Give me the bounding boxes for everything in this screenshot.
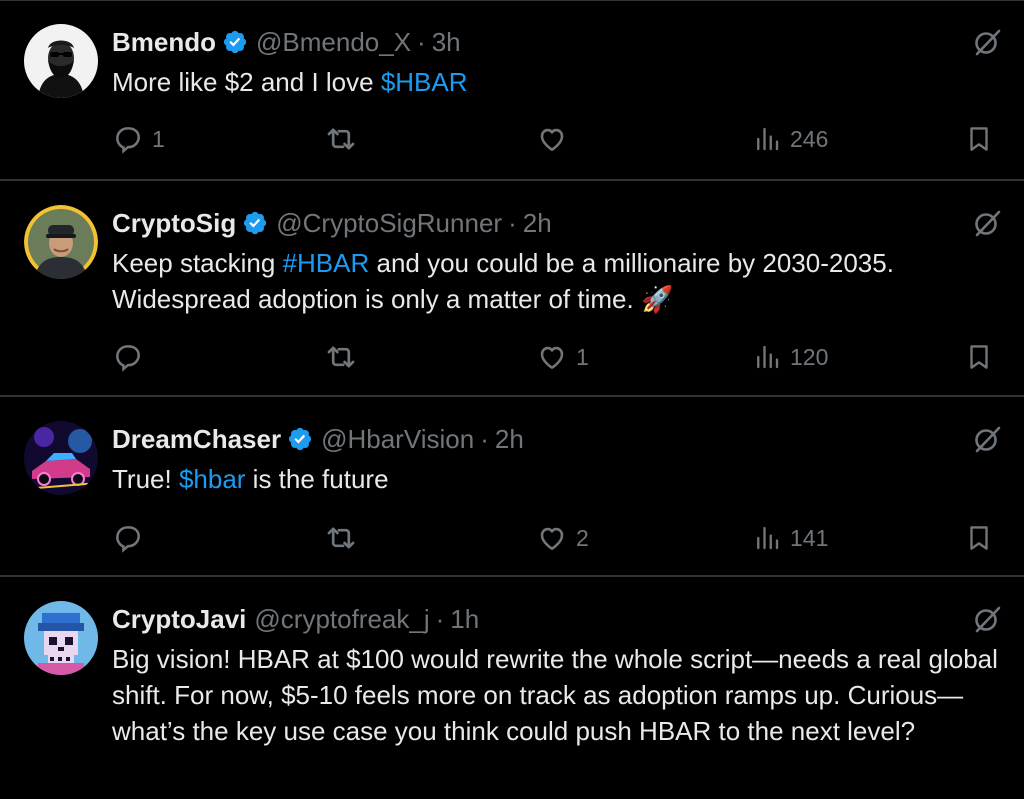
view-count: 120 bbox=[790, 343, 829, 370]
bookmark-icon bbox=[970, 526, 988, 550]
timestamp[interactable]: 2h bbox=[495, 421, 524, 457]
action-bar: 1 246 bbox=[112, 119, 1024, 159]
repost-icon bbox=[327, 128, 355, 150]
verified-badge-icon bbox=[288, 427, 312, 451]
views-icon bbox=[757, 526, 779, 550]
reply-button[interactable]: 1 bbox=[112, 119, 165, 159]
display-name[interactable]: DreamChaser bbox=[112, 421, 281, 457]
tweet[interactable]: Bmendo @Bmendo_X · 3h More like $2 and I… bbox=[0, 0, 1024, 181]
verified-badge-icon bbox=[223, 30, 247, 54]
tweet-header: Bmendo @Bmendo_X · 3h bbox=[112, 24, 461, 60]
handle[interactable]: @HbarVision bbox=[321, 421, 474, 457]
action-bar: 1 120 bbox=[112, 337, 1024, 377]
grok-icon[interactable] bbox=[972, 604, 1002, 634]
views-button[interactable]: 141 bbox=[752, 518, 828, 558]
reply-count: 1 bbox=[152, 125, 165, 152]
display-name[interactable]: CryptoJavi bbox=[112, 601, 246, 637]
heart-icon bbox=[540, 128, 564, 151]
view-count: 246 bbox=[790, 125, 829, 152]
like-count: 2 bbox=[576, 524, 589, 551]
grok-icon[interactable] bbox=[972, 27, 1002, 57]
separator: · bbox=[480, 424, 489, 454]
reply-icon bbox=[116, 127, 140, 154]
timestamp[interactable]: 1h bbox=[450, 601, 479, 637]
bookmark-button[interactable] bbox=[964, 518, 994, 558]
tweet-header: DreamChaser @HbarVision · 2h bbox=[112, 421, 524, 457]
bookmark-button[interactable] bbox=[964, 119, 994, 159]
action-bar: 2 141 bbox=[112, 518, 1024, 558]
tweet-text: Big vision! HBAR at $100 would rewrite t… bbox=[112, 641, 1017, 749]
handle[interactable]: @Bmendo_X bbox=[256, 24, 411, 60]
bookmark-icon bbox=[970, 345, 988, 369]
repost-icon bbox=[327, 346, 355, 368]
tweet-text: Keep stacking #HBAR and you could be a m… bbox=[112, 245, 1017, 317]
text-segment: is the future bbox=[245, 464, 389, 494]
views-icon bbox=[757, 127, 779, 151]
text-segment: More like $2 and I love bbox=[112, 67, 381, 97]
like-button[interactable]: 1 bbox=[536, 337, 589, 377]
tweet-text: More like $2 and I love $HBAR bbox=[112, 64, 1017, 100]
repost-button[interactable] bbox=[324, 518, 366, 558]
repost-icon bbox=[327, 527, 355, 549]
neon-car-avatar[interactable] bbox=[24, 421, 98, 495]
bookmark-button[interactable] bbox=[964, 337, 994, 377]
verified-badge-icon bbox=[244, 211, 267, 235]
tweet-text: True! $hbar is the future bbox=[112, 461, 1017, 497]
tweet-header: CryptoSig @CryptoSigRunner · 2h bbox=[112, 205, 552, 241]
heart-icon bbox=[540, 527, 564, 550]
reply-icon bbox=[116, 526, 140, 553]
cashtag-link[interactable]: $hbar bbox=[179, 464, 246, 494]
reply-icon bbox=[116, 345, 140, 372]
separator: · bbox=[508, 208, 517, 238]
bookmark-icon bbox=[970, 127, 988, 151]
grok-icon[interactable] bbox=[972, 424, 1002, 454]
like-button[interactable]: 2 bbox=[536, 518, 589, 558]
man-in-cap-avatar[interactable] bbox=[24, 205, 98, 279]
reply-feed: Bmendo @Bmendo_X · 3h More like $2 and I… bbox=[0, 0, 1024, 799]
text-segment: True! bbox=[112, 464, 179, 494]
grok-icon[interactable] bbox=[972, 208, 1002, 238]
timestamp[interactable]: 3h bbox=[432, 24, 461, 60]
like-button[interactable] bbox=[536, 119, 576, 159]
cashtag-link[interactable]: $HBAR bbox=[381, 67, 468, 97]
views-button[interactable]: 120 bbox=[752, 337, 828, 377]
views-button[interactable]: 246 bbox=[752, 119, 828, 159]
handle[interactable]: @cryptofreak_j bbox=[254, 601, 429, 637]
timestamp[interactable]: 2h bbox=[523, 205, 552, 241]
heart-icon bbox=[540, 346, 564, 369]
text-segment: Big vision! HBAR at $100 would rewrite t… bbox=[112, 644, 998, 746]
tweet-header: CryptoJavi @cryptofreak_j · 1h bbox=[112, 601, 479, 637]
display-name[interactable]: Bmendo bbox=[112, 24, 216, 60]
separator: · bbox=[435, 604, 445, 634]
like-count: 1 bbox=[576, 343, 589, 370]
reply-button[interactable] bbox=[112, 518, 152, 558]
tweet[interactable]: DreamChaser @HbarVision · 2h True! $hbar… bbox=[0, 397, 1024, 577]
repost-button[interactable] bbox=[324, 119, 366, 159]
tweet[interactable]: CryptoJavi @cryptofreak_j · 1h Big visio… bbox=[0, 577, 1024, 799]
text-segment: Keep stacking bbox=[112, 248, 283, 278]
separator: · bbox=[417, 27, 426, 57]
handle[interactable]: @CryptoSigRunner bbox=[276, 205, 502, 241]
views-icon bbox=[757, 345, 779, 369]
reply-button[interactable] bbox=[112, 337, 152, 377]
bearded-man-avatar[interactable] bbox=[24, 24, 98, 98]
hashtag-link[interactable]: #HBAR bbox=[283, 248, 370, 278]
rocket-emoji: 🚀 bbox=[640, 284, 674, 314]
tweet[interactable]: CryptoSig @CryptoSigRunner · 2h Keep sta… bbox=[0, 181, 1024, 397]
pixel-skull-avatar[interactable] bbox=[24, 601, 98, 675]
view-count: 141 bbox=[790, 524, 829, 551]
repost-button[interactable] bbox=[324, 337, 366, 377]
display-name[interactable]: CryptoSig bbox=[112, 205, 236, 241]
